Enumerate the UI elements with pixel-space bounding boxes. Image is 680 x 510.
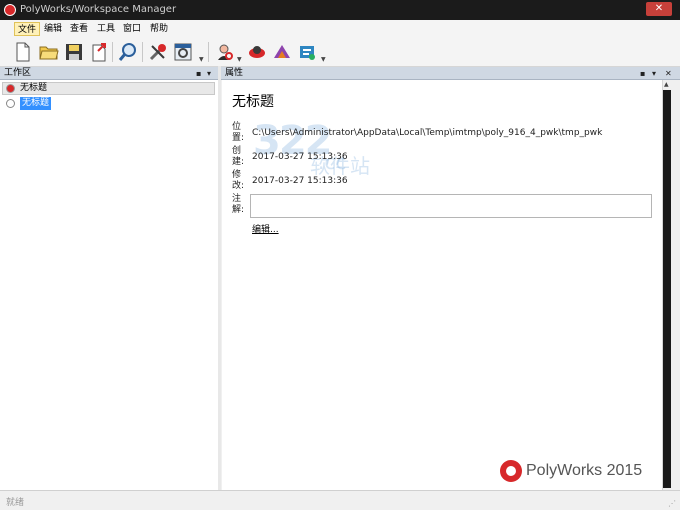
close-icon[interactable]: ✕ (665, 67, 672, 80)
status-bar: 就绪 ⋰ (0, 490, 680, 510)
menu-help[interactable]: 帮助 (147, 22, 171, 36)
main-toolbar: ▼ ▼ ▼ (0, 38, 680, 67)
toolbar-separator (112, 42, 113, 62)
tree-root-label: 无标题 (20, 83, 48, 93)
polyworks-app-icon[interactable] (4, 4, 16, 16)
tree-item-label: 无标题 (20, 97, 52, 110)
notes-label: 注解: (232, 194, 245, 215)
script-icon[interactable] (296, 41, 318, 63)
search-icon[interactable] (117, 41, 139, 63)
scrollbar-thumb[interactable] (663, 90, 671, 488)
menu-tools[interactable]: 工具 (94, 22, 118, 36)
window-title: PolyWorks/Workspace Manager (20, 4, 177, 15)
polyworks-icon (6, 84, 15, 93)
window-close-button[interactable]: ✕ (646, 2, 672, 16)
pin-icon[interactable]: ▪ (640, 67, 645, 80)
tools-icon[interactable] (147, 41, 169, 63)
properties-panel-title: 属性 (225, 68, 244, 78)
settings-icon[interactable] (172, 41, 194, 63)
chevron-down-icon[interactable]: ▾ (652, 67, 656, 80)
chevron-down-icon[interactable]: ▼ (321, 56, 326, 63)
modeler-icon[interactable] (246, 41, 268, 63)
workspace-icon (6, 99, 15, 108)
created-label: 创建: (232, 146, 245, 167)
workspace-tree[interactable]: 无标题 无标题 (0, 80, 219, 490)
panel-splitter[interactable] (218, 66, 221, 490)
talisman-icon[interactable] (271, 41, 293, 63)
properties-title: 无标题 (232, 94, 274, 110)
location-value: C:\Users\Administrator\AppData\Local\Tem… (252, 128, 603, 138)
menu-bar: 文件 编辑 查看 工具 窗口 帮助 (0, 20, 680, 38)
chevron-down-icon[interactable]: ▼ (237, 56, 242, 63)
location-label: 位置: (232, 122, 245, 143)
menu-window[interactable]: 窗口 (120, 22, 144, 36)
menu-edit[interactable]: 编辑 (41, 22, 65, 36)
chevron-down-icon[interactable]: ▾ (207, 67, 211, 80)
save-icon[interactable] (63, 41, 85, 63)
pin-icon[interactable]: ▪ (196, 67, 201, 80)
menu-file[interactable]: 文件 (14, 22, 41, 36)
modified-label: 修改: (232, 170, 245, 191)
title-bar[interactable]: PolyWorks/Workspace Manager ✕ (0, 0, 680, 20)
modified-value: 2017-03-27 15:13:36 (252, 176, 348, 186)
notes-field[interactable] (250, 194, 652, 218)
scroll-up-icon[interactable]: ▲ (664, 81, 669, 88)
app-window: PolyWorks/Workspace Manager ✕ 文件 编辑 查看 工… (0, 0, 680, 510)
open-folder-icon[interactable] (38, 41, 60, 63)
menu-view[interactable]: 查看 (67, 22, 91, 36)
workspace-panel-title: 工作区 (4, 68, 32, 78)
inspector-icon[interactable] (214, 41, 236, 63)
polyworks-logo-icon (500, 460, 522, 482)
export-icon[interactable] (88, 41, 110, 63)
toolbar-separator (142, 42, 143, 62)
status-text: 就绪 (6, 498, 25, 508)
workspace-panel-header: 工作区 ▪ ▾ (0, 67, 218, 80)
created-value: 2017-03-27 15:13:36 (252, 152, 348, 162)
edit-notes-link[interactable]: 编辑... (252, 222, 279, 235)
polyworks-logo-text: PolyWorks 2015 (526, 462, 643, 479)
tree-root[interactable]: 无标题 (2, 82, 215, 95)
new-icon[interactable] (12, 41, 34, 63)
properties-panel-header: 属性 ▪ ▾ ✕ (221, 67, 680, 80)
resize-grip-icon[interactable]: ⋰ (668, 499, 676, 508)
chevron-down-icon[interactable]: ▼ (199, 56, 204, 63)
polyworks-logo: PolyWorks 2015 (500, 458, 642, 484)
toolbar-separator (208, 42, 209, 62)
